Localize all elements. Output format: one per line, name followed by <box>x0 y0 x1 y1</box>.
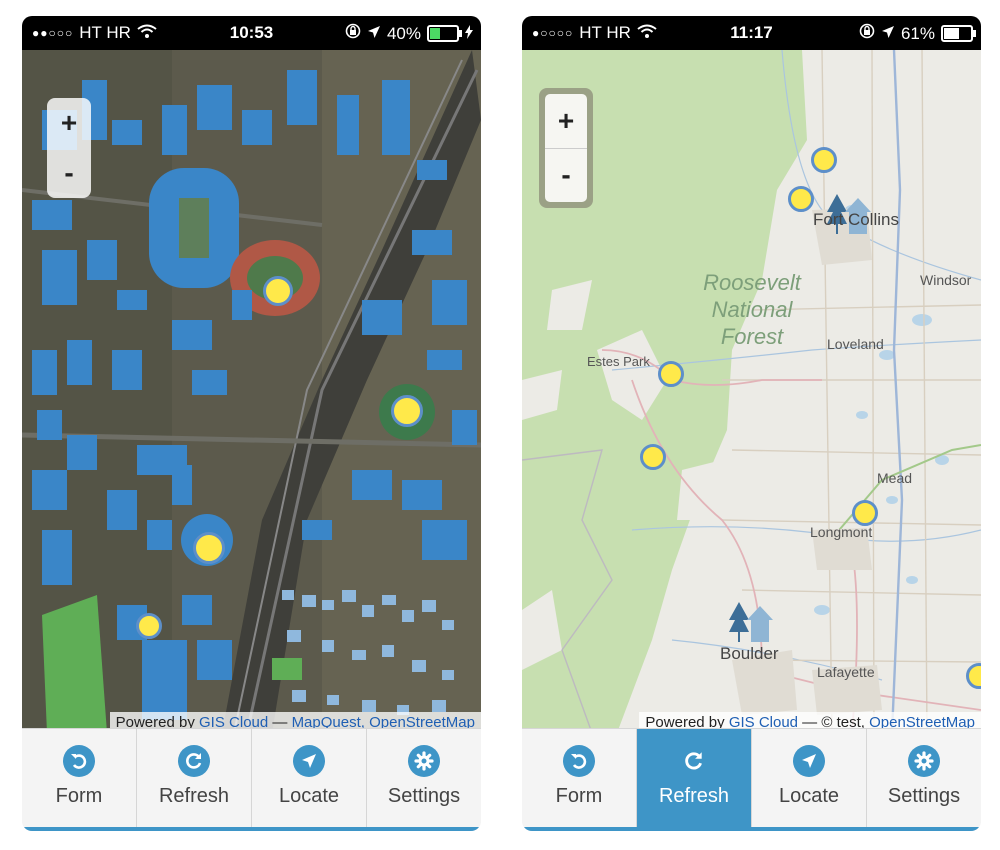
tab-locate[interactable]: Locate <box>252 729 367 827</box>
forest-label: Roosevelt National Forest <box>692 269 812 350</box>
location-services-icon <box>881 24 895 44</box>
battery-icon <box>941 25 976 42</box>
bottom-toolbar: Form Refresh Locate Settings <box>22 728 481 831</box>
satellite-map[interactable]: + - Powered by GIS Cloud — MapQuest, Ope… <box>22 50 481 733</box>
city-label-mead: Mead <box>877 470 913 486</box>
zoom-in-button[interactable]: + <box>545 94 587 149</box>
zoom-control: + - <box>47 98 91 198</box>
tab-settings-label: Settings <box>887 785 961 807</box>
status-bar: ●●○○○ HT HR 10:53 40% <box>22 16 481 50</box>
rotation-lock-icon <box>345 23 361 44</box>
map-marker[interactable] <box>788 186 814 212</box>
tab-form-label: Form <box>55 785 103 807</box>
battery-icon <box>427 25 462 42</box>
battery-percentage: 40% <box>386 23 421 43</box>
undo-icon <box>63 745 95 777</box>
city-label-fort-collins: Fort Collins <box>813 210 899 229</box>
bottom-toolbar: Form Refresh Locate Settings <box>522 728 981 831</box>
zoom-in-button[interactable]: + <box>47 98 91 148</box>
park-icon <box>729 602 773 649</box>
city-label-loveland: Loveland <box>827 336 884 352</box>
zoom-control: + - <box>539 88 593 208</box>
forest-label-line3: Forest <box>720 324 784 349</box>
zoom-out-button[interactable]: - <box>545 148 587 202</box>
phone-screen-street-map: ●○○○○ HT HR 11:17 61% Roosevelt National… <box>522 16 981 831</box>
city-label-lafayette: Lafayette <box>817 664 875 680</box>
city-label-estes-park: Estes Park <box>587 354 650 369</box>
refresh-icon <box>678 745 710 777</box>
status-bar: ●○○○○ HT HR 11:17 61% <box>522 16 981 50</box>
map-marker[interactable] <box>852 500 878 526</box>
tab-form-label: Form <box>555 785 603 807</box>
tab-locate-label: Locate <box>278 785 340 807</box>
tab-refresh-label: Refresh <box>158 785 230 807</box>
location-arrow-icon <box>293 745 325 777</box>
tab-settings[interactable]: Settings <box>867 729 981 827</box>
tab-settings[interactable]: Settings <box>367 729 481 827</box>
zoom-out-button[interactable]: - <box>47 148 91 198</box>
tab-form[interactable]: Form <box>522 729 637 827</box>
forest-label-line1: Roosevelt <box>703 270 801 295</box>
map-marker[interactable] <box>658 361 684 387</box>
tab-refresh[interactable]: Refresh <box>637 729 752 827</box>
rotation-lock-icon <box>859 23 875 44</box>
location-services-icon <box>367 24 381 44</box>
tab-locate-label: Locate <box>778 785 840 807</box>
tab-form[interactable]: Form <box>22 729 137 827</box>
battery-percentage: 61% <box>900 23 935 43</box>
tab-refresh[interactable]: Refresh <box>137 729 252 827</box>
map-marker[interactable] <box>811 147 837 173</box>
city-label-boulder: Boulder <box>720 644 779 663</box>
undo-icon <box>563 745 595 777</box>
map-marker[interactable] <box>136 613 162 639</box>
tab-locate[interactable]: Locate <box>752 729 867 827</box>
refresh-icon <box>178 745 210 777</box>
city-label-windsor: Windsor <box>920 272 972 288</box>
map-marker[interactable] <box>193 532 225 564</box>
map-marker[interactable] <box>391 395 423 427</box>
tab-refresh-label: Refresh <box>658 785 730 807</box>
map-marker[interactable] <box>640 444 666 470</box>
gear-icon <box>908 745 940 777</box>
gear-icon <box>408 745 440 777</box>
map-marker[interactable] <box>263 276 293 306</box>
location-arrow-icon <box>793 745 825 777</box>
street-map[interactable]: Roosevelt National Forest Fort Collins W… <box>522 50 981 733</box>
tab-settings-label: Settings <box>387 785 461 807</box>
city-label-longmont: Longmont <box>810 524 873 540</box>
forest-label-line2: National <box>711 297 793 322</box>
phone-screen-satellite: ●●○○○ HT HR 10:53 40% + - Powered by GIS… <box>22 16 481 831</box>
charging-bolt-icon <box>465 24 473 44</box>
